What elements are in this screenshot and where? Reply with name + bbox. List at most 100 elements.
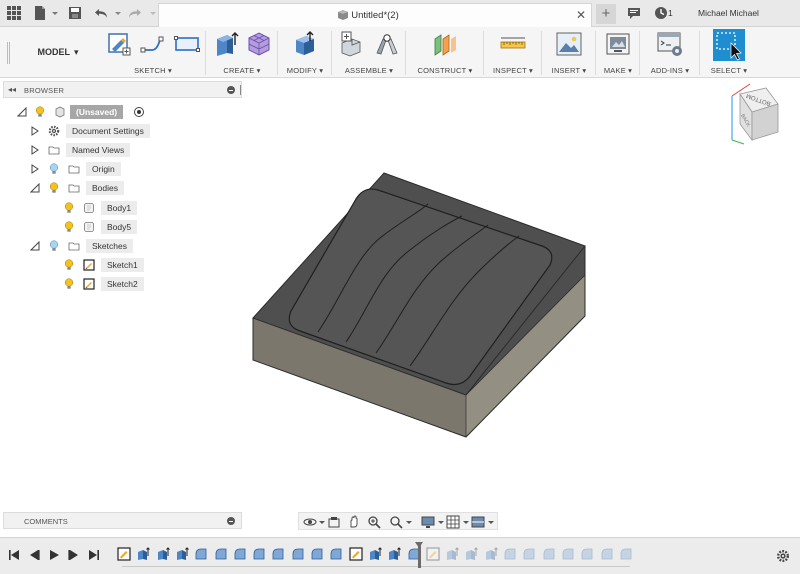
grid-settings-icon[interactable]: [446, 515, 460, 529]
timeline-feature-fillet-icon[interactable]: [600, 547, 614, 561]
toolbar-group-label[interactable]: INSPECT ▾: [484, 66, 542, 75]
timeline-feature-extrude-icon[interactable]: [156, 547, 170, 561]
document-tab[interactable]: Untitled*(2) ✕: [158, 3, 592, 27]
timeline-feature-fillet-icon[interactable]: [271, 547, 285, 561]
timeline-feature-sketch-icon[interactable]: [426, 547, 440, 561]
step-back-icon[interactable]: [28, 549, 40, 561]
play-icon[interactable]: [48, 549, 60, 561]
timeline-feature-extrude-icon[interactable]: [445, 547, 459, 561]
file-icon[interactable]: [32, 5, 48, 21]
expand-triangle-icon[interactable]: [30, 145, 40, 155]
toolbar-group-label[interactable]: ADD-INS ▾: [640, 66, 700, 75]
timeline-feature-fillet-icon[interactable]: [503, 547, 517, 561]
3d-print-icon[interactable]: [605, 31, 631, 57]
timeline-feature-fillet-icon[interactable]: [214, 547, 228, 561]
new-component-icon[interactable]: [340, 31, 366, 57]
browser-item-sketch2[interactable]: Sketch2: [0, 276, 240, 292]
collapse-panel-icon[interactable]: ◂◂: [8, 85, 16, 94]
browser-item-sketches[interactable]: Sketches: [0, 238, 240, 254]
go-to-start-icon[interactable]: [8, 549, 20, 561]
scripts-icon[interactable]: [657, 31, 683, 57]
chevron-down-icon[interactable]: [402, 515, 412, 529]
grid-icon[interactable]: [6, 5, 22, 21]
activate-radio-icon[interactable]: [133, 106, 145, 118]
add-comment-icon[interactable]: [227, 517, 235, 525]
extrude-icon[interactable]: [213, 31, 239, 57]
chevron-down-icon[interactable]: [459, 515, 469, 529]
zoom-icon[interactable]: [367, 515, 381, 529]
close-icon[interactable]: ✕: [575, 9, 587, 21]
form-icon[interactable]: [246, 31, 272, 57]
job-count[interactable]: 1: [668, 8, 673, 18]
visibility-bulb-icon[interactable]: [49, 163, 59, 175]
workspace-switcher[interactable]: MODEL ▾: [20, 39, 96, 65]
expand-triangle-icon[interactable]: [30, 126, 40, 136]
look-at-icon[interactable]: [327, 515, 341, 529]
panel-pin-icon[interactable]: [240, 85, 242, 95]
collapse-triangle-icon[interactable]: [16, 106, 27, 117]
zoom-window-icon[interactable]: [389, 515, 403, 529]
select-icon[interactable]: [713, 29, 745, 61]
timeline-feature-extrude-icon[interactable]: [464, 547, 479, 561]
toolbar-group-label[interactable]: CREATE ▾: [206, 66, 278, 75]
user-name[interactable]: Michael Michael: [698, 8, 759, 18]
toolbar-group-label[interactable]: ASSEMBLE ▾: [332, 66, 406, 75]
visibility-bulb-icon[interactable]: [49, 182, 59, 194]
undo-dropdown-icon[interactable]: [110, 5, 121, 21]
browser-item-body1[interactable]: Body1: [0, 200, 240, 216]
timeline-feature-fillet-icon[interactable]: [542, 547, 556, 561]
toolbar-group-label[interactable]: CONSTRUCT ▾: [406, 66, 484, 75]
visibility-bulb-icon[interactable]: [64, 202, 74, 214]
new-tab-button[interactable]: +: [596, 4, 616, 24]
redo-dropdown-icon[interactable]: [145, 5, 156, 21]
timeline-feature-extrude-icon[interactable]: [175, 547, 189, 561]
gear-icon[interactable]: [776, 549, 790, 563]
collapse-triangle-icon[interactable]: [29, 240, 40, 251]
browser-item-body5[interactable]: Body5: [0, 219, 240, 235]
create-sketch-icon[interactable]: [106, 31, 132, 57]
chevron-down-icon[interactable]: [315, 515, 325, 529]
browser-item-document-settings[interactable]: Document Settings: [0, 123, 240, 139]
clock-icon[interactable]: [653, 5, 669, 21]
timeline-feature-fillet-icon[interactable]: [194, 547, 208, 561]
go-to-end-icon[interactable]: [88, 549, 100, 561]
minimize-icon[interactable]: [227, 86, 235, 94]
press-pull-icon[interactable]: [292, 31, 318, 57]
timeline-feature-extrude-icon[interactable]: [136, 547, 151, 561]
toolbar-group-label[interactable]: INSERT ▾: [542, 66, 596, 75]
expand-triangle-icon[interactable]: [30, 164, 40, 174]
pan-icon[interactable]: [347, 515, 361, 529]
toolbar-group-label[interactable]: SELECT ▾: [700, 66, 758, 75]
visibility-bulb-icon[interactable]: [64, 259, 74, 271]
browser-root-row[interactable]: (Unsaved): [0, 104, 240, 120]
toolbar-group-label[interactable]: SKETCH ▾: [100, 66, 206, 75]
timeline-feature-extrude-icon[interactable]: [387, 547, 402, 561]
save-icon[interactable]: [67, 5, 83, 21]
rectangle-icon[interactable]: [174, 31, 200, 57]
model-viewport[interactable]: [245, 80, 800, 536]
timeline-feature-sketch-icon[interactable]: [117, 547, 131, 561]
timeline-feature-extrude-icon[interactable]: [368, 547, 382, 561]
view-cube[interactable]: BOTTOM BACK: [722, 82, 784, 148]
display-settings-icon[interactable]: [421, 515, 435, 529]
toolbar-group-label[interactable]: MODIFY ▾: [278, 66, 332, 75]
collapse-triangle-icon[interactable]: [29, 182, 40, 193]
viewports-icon[interactable]: [471, 515, 485, 529]
redo-icon[interactable]: [126, 5, 142, 21]
timeline-feature-extrude-icon[interactable]: [484, 547, 498, 561]
visibility-bulb-icon[interactable]: [64, 278, 74, 290]
timeline-feature-fillet-icon[interactable]: [522, 547, 536, 561]
undo-icon[interactable]: [94, 5, 110, 21]
timeline-feature-fillet-icon[interactable]: [580, 547, 594, 561]
browser-item-bodies[interactable]: Bodies: [0, 180, 240, 196]
chevron-down-icon[interactable]: [434, 515, 444, 529]
timeline-feature-fillet-icon[interactable]: [619, 547, 633, 561]
visibility-bulb-icon[interactable]: [35, 106, 45, 118]
step-forward-icon[interactable]: [68, 549, 80, 561]
chevron-down-icon[interactable]: [484, 515, 494, 529]
offset-plane-icon[interactable]: [432, 31, 458, 57]
toolbar-group-label[interactable]: MAKE ▾: [596, 66, 640, 75]
timeline-feature-fillet-icon[interactable]: [561, 547, 575, 561]
comment-icon[interactable]: [626, 5, 642, 21]
timeline-marker[interactable]: [415, 542, 423, 568]
